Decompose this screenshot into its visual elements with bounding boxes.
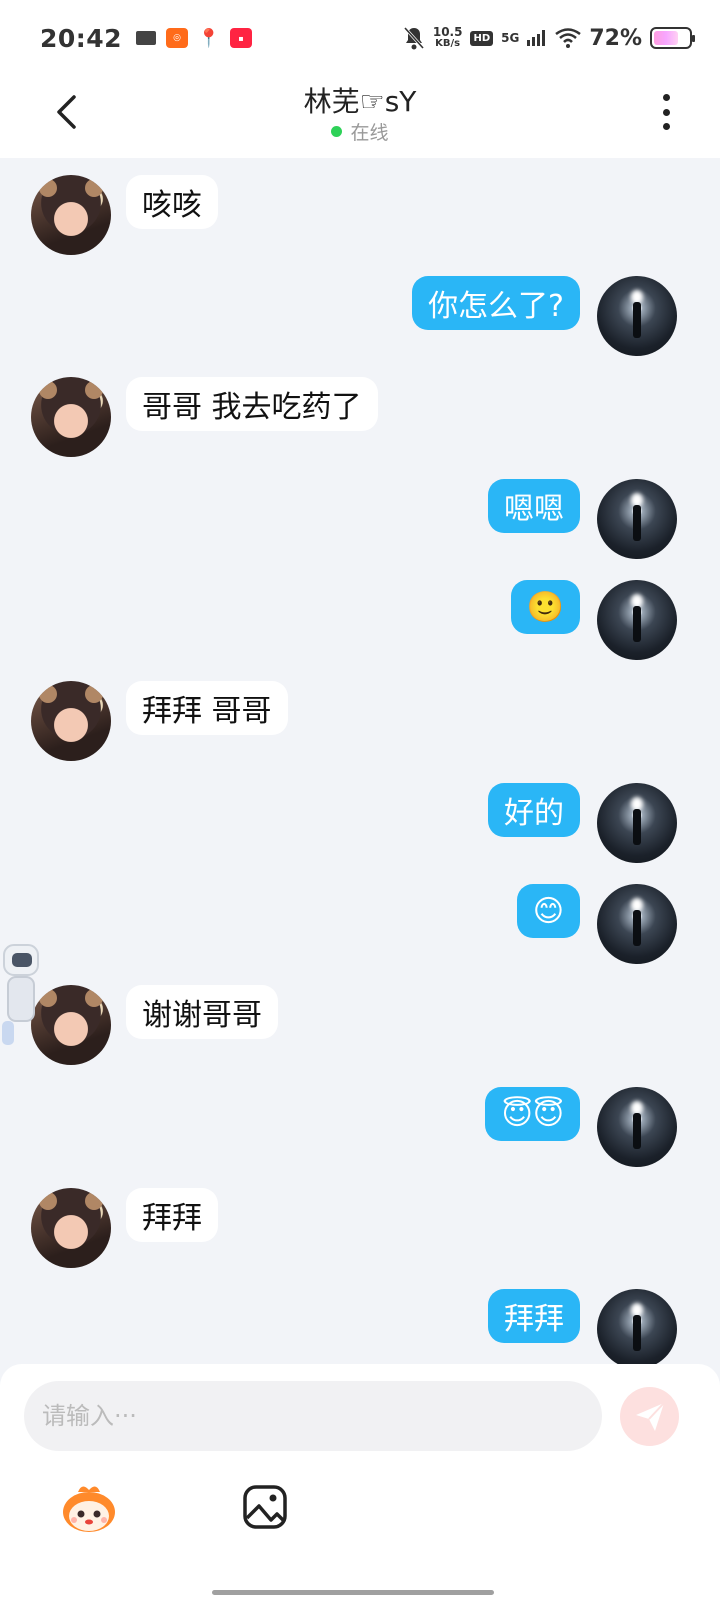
contact-avatar[interactable] <box>31 1188 111 1268</box>
my-avatar[interactable] <box>597 1087 677 1167</box>
notification-icons: ◎ 📍 ▪ <box>136 27 253 49</box>
network-label: 5G <box>501 31 520 45</box>
paper-plane-icon <box>635 1401 665 1431</box>
message-row: 咳咳 <box>0 175 720 255</box>
home-indicator[interactable] <box>212 1590 494 1595</box>
speed-unit: KB/s <box>435 38 461 49</box>
contact-name: 林芜☞sY <box>303 85 417 118</box>
contact-avatar[interactable] <box>31 681 111 761</box>
outgoing-message[interactable]: 🙂 <box>510 580 580 634</box>
contact-avatar[interactable] <box>31 985 111 1065</box>
wifi-icon <box>555 28 582 48</box>
chat-header: 林芜☞sY 在线 <box>0 76 720 158</box>
signal-icon <box>527 30 546 46</box>
floating-astronaut-widget[interactable] <box>0 941 42 1051</box>
my-avatar[interactable] <box>597 276 677 356</box>
outgoing-message[interactable]: 😇😇 <box>485 1087 580 1141</box>
incoming-message[interactable]: 咳咳 <box>126 175 218 229</box>
outgoing-message[interactable]: 你怎么了? <box>412 276 580 330</box>
my-avatar[interactable] <box>597 884 677 964</box>
map-pin-icon: 📍 <box>197 27 221 49</box>
incoming-message[interactable]: 谢谢哥哥 <box>126 985 278 1039</box>
contact-avatar[interactable] <box>31 377 111 457</box>
image-icon[interactable] <box>242 1484 288 1530</box>
incoming-message[interactable]: 哥哥 我去吃药了 <box>126 377 378 431</box>
hd-icon: HD <box>470 30 494 46</box>
status-time: 20:42 <box>40 23 123 53</box>
battery-fill <box>654 31 679 45</box>
outgoing-message[interactable]: 拜拜 <box>488 1289 580 1343</box>
status-right: 10.5 KB/s HD 5G 72% <box>403 25 695 51</box>
message-row: 哥哥 我去吃药了 <box>0 377 720 457</box>
online-dot <box>331 126 343 137</box>
outgoing-message[interactable]: 好的 <box>488 783 580 837</box>
message-row: 😊 <box>0 884 720 964</box>
message-row: 好的 <box>0 783 720 863</box>
outgoing-message[interactable]: 嗯嗯 <box>488 479 580 533</box>
mute-bell-icon <box>403 26 424 50</box>
online-status: 在线 <box>0 118 720 145</box>
incoming-message[interactable]: 拜拜 哥哥 <box>126 681 288 735</box>
message-row: 拜拜 <box>0 1188 720 1268</box>
kuaishou-app-icon: ◎ <box>166 28 189 48</box>
online-status-text: 在线 <box>350 122 389 144</box>
video-icon <box>136 31 157 45</box>
message-row: 嗯嗯 <box>0 479 720 559</box>
message-list[interactable]: 咳咳 你怎么了? 哥哥 我去吃药了 嗯嗯 🙂 拜拜 哥哥 好的 😊 谢谢哥哥 😇… <box>0 158 720 1390</box>
my-avatar[interactable] <box>597 479 677 559</box>
message-row: 🙂 <box>0 580 720 660</box>
more-vertical-icon <box>662 94 670 101</box>
message-input[interactable] <box>24 1381 602 1451</box>
incoming-message[interactable]: 拜拜 <box>126 1188 218 1242</box>
my-avatar[interactable] <box>597 1289 677 1369</box>
mascot-emoji-icon[interactable] <box>60 1482 118 1536</box>
message-row: 拜拜 <box>0 1289 720 1369</box>
composer <box>0 1364 720 1600</box>
send-button[interactable] <box>620 1387 679 1446</box>
network-speed: 10.5 KB/s <box>432 25 463 49</box>
message-row: 😇😇 <box>0 1087 720 1167</box>
message-row: 你怎么了? <box>0 276 720 356</box>
more-options-button[interactable] <box>656 92 676 132</box>
speed-value: 10.5 <box>432 25 463 39</box>
message-row: 谢谢哥哥 <box>0 985 720 1065</box>
outgoing-message[interactable]: 😊 <box>516 884 580 938</box>
my-avatar[interactable] <box>597 783 677 863</box>
battery-icon <box>650 27 695 49</box>
my-avatar[interactable] <box>597 580 677 660</box>
contact-avatar[interactable] <box>31 175 111 255</box>
battery-percent: 72% <box>589 25 642 51</box>
status-bar: 20:42 ◎ 📍 ▪ 10.5 KB/s HD 5G 72% <box>0 0 720 76</box>
message-row: 拜拜 哥哥 <box>0 681 720 761</box>
xiaohongshu-app-icon: ▪ <box>230 28 253 48</box>
